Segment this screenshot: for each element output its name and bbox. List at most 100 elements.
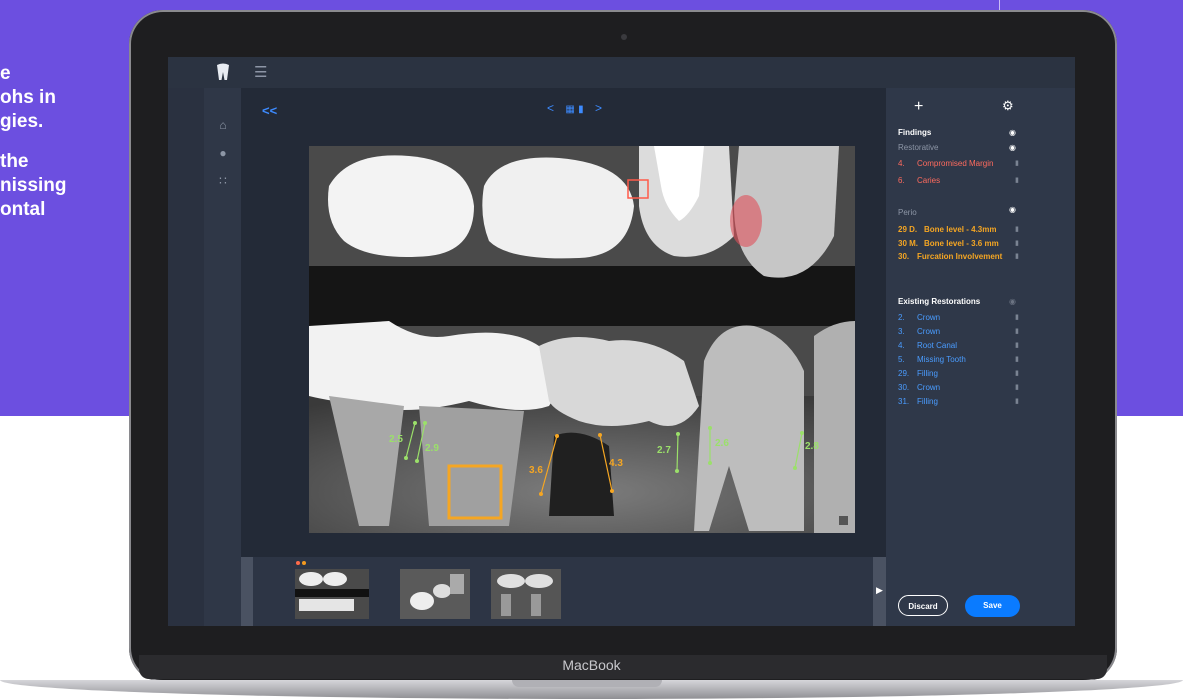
thumbnail-strip: ▶ xyxy=(241,557,886,626)
restoration-number: 4. xyxy=(898,341,905,350)
restoration-number: 3. xyxy=(898,327,905,336)
marketing-line: ontal xyxy=(0,199,46,220)
play-icon[interactable]: ▶ xyxy=(876,585,883,596)
restoration-number: 5. xyxy=(898,355,905,364)
finding-label: Caries xyxy=(917,176,941,185)
finding-row[interactable]: 4. Compromised Margin xyxy=(898,159,993,168)
eye-icon[interactable]: ◉ xyxy=(1009,128,1016,137)
laptop-brand: MacBook xyxy=(562,657,621,673)
left-nav-rail: ⌂ ● ∷ xyxy=(204,88,241,626)
restoration-label: Root Canal xyxy=(917,341,958,350)
laptop-notch xyxy=(512,680,662,687)
grid-view-icon[interactable]: ▦ xyxy=(565,104,574,115)
trash-icon[interactable]: ▮ xyxy=(1015,341,1019,349)
restoration-number: 2. xyxy=(898,313,905,322)
add-finding-button[interactable]: + xyxy=(914,98,923,116)
trash-icon[interactable]: ▮ xyxy=(1015,252,1019,260)
home-icon[interactable]: ⌂ xyxy=(216,118,230,132)
measurement-label: 2.6 xyxy=(715,438,729,449)
marketing-line: e xyxy=(0,63,11,84)
thumbnail-2[interactable] xyxy=(400,569,470,619)
collapse-button[interactable]: << xyxy=(262,103,277,118)
finding-number: 4. xyxy=(898,159,905,168)
restoration-label: Missing Tooth xyxy=(917,355,966,364)
restoration-row[interactable]: 3. Crown xyxy=(898,327,940,336)
finding-label: Bone level - 3.6 mm xyxy=(924,239,999,248)
apps-grid-icon[interactable]: ∷ xyxy=(216,174,230,188)
camera-icon xyxy=(621,34,627,40)
marketing-text: e ohs in gies. the nissing ontal xyxy=(0,62,120,222)
trash-icon[interactable]: ▮ xyxy=(1015,225,1019,233)
finding-label: Bone level - 4.3mm xyxy=(924,225,997,234)
measurement-label: 2.9 xyxy=(425,443,439,454)
trash-icon[interactable]: ▮ xyxy=(1015,159,1019,167)
measurement-label: 4.3 xyxy=(609,458,623,469)
status-dot xyxy=(296,561,300,565)
marketing-line: gies. xyxy=(0,111,44,132)
thumbnail-1[interactable] xyxy=(295,569,369,619)
thumbnail-3[interactable] xyxy=(491,569,561,619)
trash-icon[interactable]: ▮ xyxy=(1015,383,1019,391)
app-topbar: ☰ xyxy=(168,57,1075,88)
finding-number: 30 M. xyxy=(898,239,919,248)
next-image-button[interactable]: > xyxy=(595,101,602,115)
finding-number: 29 D. xyxy=(898,225,918,234)
trash-icon[interactable]: ▮ xyxy=(1015,176,1019,184)
existing-restorations-title: Existing Restorations xyxy=(898,297,981,306)
gear-icon[interactable]: ⚙ xyxy=(1002,98,1014,114)
marketing-line: ohs in xyxy=(0,87,56,108)
trash-icon[interactable]: ▮ xyxy=(1015,355,1019,363)
finding-number: 6. xyxy=(898,176,905,185)
restoration-label: Crown xyxy=(917,313,941,322)
measurement-label: 3.6 xyxy=(529,465,543,476)
eye-icon[interactable]: ◉ xyxy=(1009,143,1016,152)
restoration-row[interactable]: 2. Crown xyxy=(898,313,940,322)
restoration-row[interactable]: 29. Filling xyxy=(898,369,938,378)
finding-number: 30. xyxy=(898,252,910,261)
finding-row[interactable]: 6. Caries xyxy=(898,176,940,185)
restoration-row[interactable]: 4. Root Canal xyxy=(898,341,957,350)
trash-icon[interactable]: ▮ xyxy=(1015,313,1019,321)
restoration-label: Filling xyxy=(917,369,938,378)
save-button[interactable]: Save xyxy=(965,595,1020,617)
trash-icon[interactable]: ▮ xyxy=(1015,239,1019,247)
marketing-line: the xyxy=(0,151,29,172)
prev-image-button[interactable]: < xyxy=(547,101,554,115)
eye-icon[interactable]: ◉ xyxy=(1009,205,1016,214)
finding-row[interactable]: 30 M. Bone level - 3.6 mm xyxy=(898,239,999,248)
eye-icon[interactable]: ◉ xyxy=(1009,297,1016,306)
marketing-line: nissing xyxy=(0,175,67,196)
measurement-label: 2.7 xyxy=(657,445,671,456)
user-icon[interactable]: ● xyxy=(216,146,230,160)
restoration-number: 31. xyxy=(898,397,910,406)
restoration-row[interactable]: 5. Missing Tooth xyxy=(898,355,966,364)
document-icon[interactable]: ▮ xyxy=(578,104,584,115)
laptop-screen: ☰ ⌂ ● ∷ << < ▦ ▮ > 2.5 2.9 3.6 4.3 2.7 2… xyxy=(168,57,1075,626)
discard-button[interactable]: Discard xyxy=(898,595,948,616)
restoration-label: Filling xyxy=(917,397,938,406)
restoration-row[interactable]: 31. Filling xyxy=(898,397,938,406)
image-pager: < ▦ ▮ > xyxy=(547,101,602,115)
hamburger-icon[interactable]: ☰ xyxy=(254,65,267,80)
restoration-label: Crown xyxy=(917,327,941,336)
xray-image: 2.5 2.9 3.6 4.3 2.7 2.6 2.8 xyxy=(309,146,855,533)
restorative-label: Restorative xyxy=(898,143,939,152)
finding-label: Compromised Margin xyxy=(917,159,994,168)
restoration-row[interactable]: 30. Crown xyxy=(898,383,940,392)
trash-icon[interactable]: ▮ xyxy=(1015,397,1019,405)
status-dot xyxy=(302,561,306,565)
dental-xray[interactable]: 2.5 2.9 3.6 4.3 2.7 2.6 2.8 xyxy=(309,146,855,533)
restoration-number: 30. xyxy=(898,383,910,392)
trash-icon[interactable]: ▮ xyxy=(1015,369,1019,377)
findings-title: Findings xyxy=(898,128,932,137)
tooth-icon[interactable] xyxy=(216,63,230,81)
image-viewer: << < ▦ ▮ > 2.5 2.9 3.6 4.3 2.7 2.6 2.8 ▶ xyxy=(241,88,886,626)
restoration-number: 29. xyxy=(898,369,910,378)
findings-panel: + ⚙ Findings ◉ Restorative ◉ 4. Compromis… xyxy=(886,88,1075,626)
trash-icon[interactable]: ▮ xyxy=(1015,327,1019,335)
strip-scroll-left[interactable] xyxy=(241,557,253,626)
finding-label: Furcation Involvement xyxy=(917,252,1003,261)
finding-row[interactable]: 30. Furcation Involvement xyxy=(898,252,1002,261)
perio-label: Perio xyxy=(898,208,917,217)
finding-row[interactable]: 29 D. Bone level - 4.3mm xyxy=(898,225,996,234)
